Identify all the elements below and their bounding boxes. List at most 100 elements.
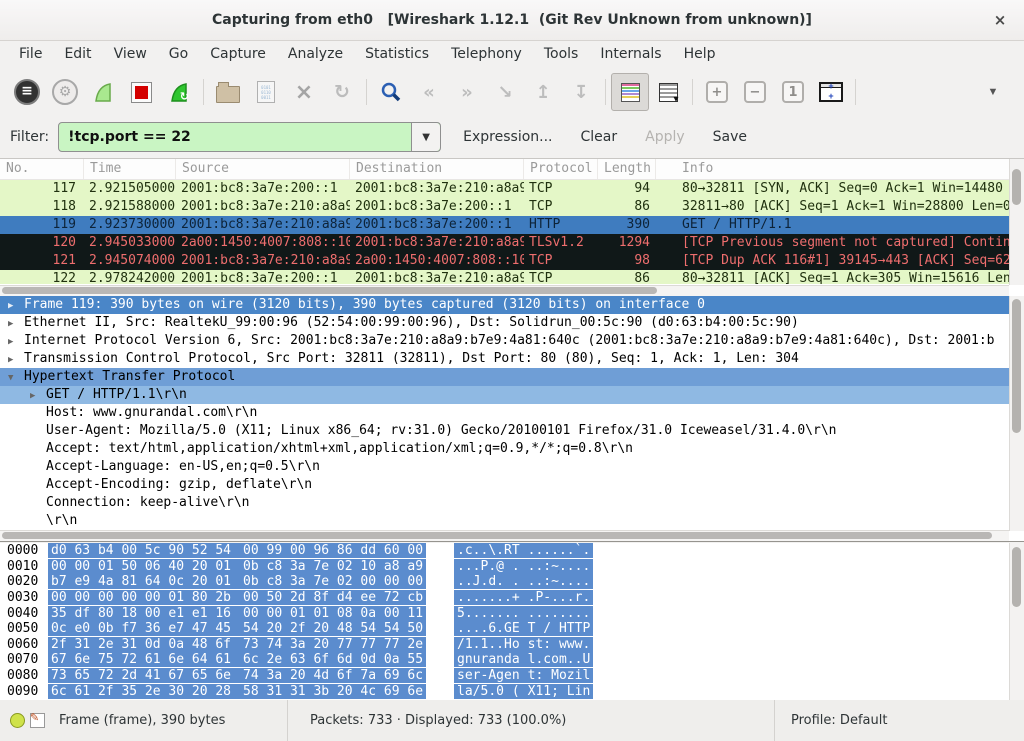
menu-item[interactable]: View [103, 40, 158, 68]
hex-bytes: 73 74 3a 20 77 77 77 2e [243, 637, 423, 652]
toolbar-capture-options-button[interactable] [46, 73, 84, 111]
toolbar-resize-columns-button[interactable] [812, 73, 850, 111]
close-window-button[interactable] [986, 0, 1014, 40]
toolbar-find-packet-button[interactable] [372, 73, 410, 111]
column-header-destination[interactable]: Destination [350, 159, 524, 179]
toolbar-capture-stop-button[interactable] [122, 73, 160, 111]
toolbar-colorize-button[interactable] [611, 73, 649, 111]
cell-length: 94 [598, 180, 656, 198]
details-horizontal-scrollbar[interactable] [0, 530, 1009, 541]
detail-line[interactable]: Accept-Encoding: gzip, deflate\r\n [0, 476, 1024, 494]
clear-button[interactable]: Clear [581, 129, 618, 145]
toolbar-open-file-button[interactable] [209, 73, 247, 111]
menu-item[interactable]: Internals [589, 40, 672, 68]
packet-row[interactable]: 121 2.945074000 2001:bc8:3a7e:210:a8a9 2… [0, 252, 1009, 270]
toolbar-overflow-button[interactable] [974, 73, 1012, 111]
detail-line[interactable]: Host: www.gnurandal.com\r\n [0, 404, 1024, 422]
expert-info-icon[interactable] [10, 713, 25, 728]
expression-button[interactable]: Expression... [463, 129, 552, 145]
scrollbar-thumb[interactable] [1012, 547, 1021, 607]
column-header-protocol[interactable]: Protocol [524, 159, 598, 179]
menu-item[interactable]: Edit [53, 40, 102, 68]
scrollbar-thumb[interactable] [1012, 169, 1021, 205]
menu-item[interactable]: Go [158, 40, 199, 68]
packet-row[interactable]: 122 2.978242000 2001:bc8:3a7e:200::1 200… [0, 270, 1009, 284]
cell-protocol: TCP [524, 270, 598, 284]
hex-vertical-scrollbar[interactable] [1009, 543, 1024, 700]
menu-item[interactable]: Telephony [440, 40, 533, 68]
menu-item[interactable]: Analyze [277, 40, 354, 68]
toolbar-zoom-100-button[interactable] [774, 73, 812, 111]
detail-line[interactable]: Accept-Language: en-US,en;q=0.5\r\n [0, 458, 1024, 476]
expander-triangle-icon[interactable]: ▶ [8, 351, 24, 369]
toolbar-zoom-out-button[interactable] [736, 73, 774, 111]
hex-row[interactable]: 008073 65 72 2d 41 67 65 6e74 3a 20 4d 6… [0, 668, 1024, 684]
menu-item[interactable]: Tools [533, 40, 590, 68]
cell-length: 86 [598, 270, 656, 284]
column-header-source[interactable]: Source [176, 159, 350, 179]
hex-bytes: 00 50 2d 8f d4 ee 72 cb [243, 590, 423, 605]
detail-line[interactable]: User-Agent: Mozilla/5.0 (X11; Linux x86_… [0, 422, 1024, 440]
hex-row[interactable]: 0020b7 e9 4a 81 64 0c 20 010b c8 3a 7e 0… [0, 574, 1024, 590]
packet-row[interactable]: 118 2.921588000 2001:bc8:3a7e:210:a8a9 2… [0, 198, 1009, 216]
toolbar-reload-button[interactable] [323, 73, 361, 111]
toolbar-go-back-button[interactable] [410, 73, 448, 111]
detail-line[interactable]: ▶Frame 119: 390 bytes on wire (3120 bits… [0, 296, 1024, 314]
menu-item[interactable]: Statistics [354, 40, 440, 68]
save-button[interactable]: Save [713, 129, 747, 145]
toolbar-interfaces-button[interactable] [8, 73, 46, 111]
capture-comment-icon[interactable] [30, 713, 45, 728]
detail-line[interactable]: ▶Internet Protocol Version 6, Src: 2001:… [0, 332, 1024, 350]
apply-button[interactable]: Apply [645, 129, 685, 145]
expander-triangle-icon[interactable]: ▶ [30, 387, 46, 405]
menu-item[interactable]: Help [673, 40, 727, 68]
packet-list-horizontal-scrollbar[interactable] [0, 285, 1009, 296]
expander-triangle-icon[interactable]: ▶ [8, 297, 24, 315]
toolbar-go-forward-button[interactable] [448, 73, 486, 111]
packet-row[interactable]: 119 2.923730000 2001:bc8:3a7e:210:a8a9 2… [0, 216, 1009, 234]
toolbar-go-top-button[interactable] [524, 73, 562, 111]
toolbar-capture-restart-button[interactable] [160, 73, 198, 111]
hex-row[interactable]: 00906c 61 2f 35 2e 30 20 2858 31 31 3b 2… [0, 684, 1024, 700]
toolbar-go-bottom-button[interactable] [562, 73, 600, 111]
toolbar-go-to-packet-button[interactable] [486, 73, 524, 111]
details-vertical-scrollbar[interactable] [1009, 296, 1024, 531]
menu-item[interactable]: Capture [199, 40, 277, 68]
detail-line[interactable]: ▶GET / HTTP/1.1\r\n [0, 386, 1024, 404]
detail-line[interactable]: Accept: text/html,application/xhtml+xml,… [0, 440, 1024, 458]
detail-line[interactable]: \r\n [0, 512, 1024, 530]
packet-row[interactable]: 117 2.921505000 2001:bc8:3a7e:200::1 200… [0, 180, 1009, 198]
toolbar-zoom-in-button[interactable] [698, 73, 736, 111]
column-header-info[interactable]: Info [656, 159, 1024, 179]
hex-row[interactable]: 004035 df 80 18 00 e1 e1 1600 00 01 01 0… [0, 606, 1024, 622]
hex-row[interactable]: 00500c e0 0b f7 36 e7 47 4554 20 2f 20 4… [0, 621, 1024, 637]
detail-line[interactable]: Connection: keep-alive\r\n [0, 494, 1024, 512]
status-profile[interactable]: Profile: Default [791, 713, 887, 728]
filter-dropdown-button[interactable] [411, 123, 440, 151]
hex-row[interactable]: 007067 6e 75 72 61 6e 64 616c 2e 63 6f 6… [0, 652, 1024, 668]
filter-input[interactable]: !tcp.port == 22 [58, 122, 441, 152]
hex-row[interactable]: 003000 00 00 00 00 01 80 2b00 50 2d 8f d… [0, 590, 1024, 606]
expander-triangle-icon[interactable]: ▶ [8, 333, 24, 351]
packet-list-vertical-scrollbar[interactable] [1009, 159, 1024, 285]
toolbar-capture-start-button[interactable] [84, 73, 122, 111]
scrollbar-thumb[interactable] [2, 287, 657, 294]
hex-row[interactable]: 00602f 31 2e 31 0d 0a 48 6f73 74 3a 20 7… [0, 637, 1024, 653]
hex-row[interactable]: 0000d0 63 b4 00 5c 90 52 5400 99 00 96 8… [0, 543, 1024, 559]
toolbar-save-file-button[interactable] [247, 73, 285, 111]
menu-item[interactable]: File [8, 40, 53, 68]
column-header-length[interactable]: Length [598, 159, 656, 179]
detail-line[interactable]: ▼Hypertext Transfer Protocol [0, 368, 1024, 386]
scrollbar-thumb[interactable] [1012, 299, 1021, 433]
column-header-no[interactable]: No. [0, 159, 84, 179]
toolbar-auto-scroll-button[interactable] [649, 73, 687, 111]
detail-line[interactable]: ▶Ethernet II, Src: RealtekU_99:00:96 (52… [0, 314, 1024, 332]
column-header-time[interactable]: Time [84, 159, 176, 179]
detail-line[interactable]: ▶Transmission Control Protocol, Src Port… [0, 350, 1024, 368]
scrollbar-thumb[interactable] [2, 532, 992, 539]
toolbar-close-capture-button[interactable] [285, 73, 323, 111]
hex-row[interactable]: 001000 00 01 50 06 40 20 010b c8 3a 7e 0… [0, 559, 1024, 575]
expander-triangle-icon[interactable]: ▼ [8, 369, 24, 387]
expander-triangle-icon[interactable]: ▶ [8, 315, 24, 333]
packet-row[interactable]: 120 2.945033000 2a00:1450:4007:808::10 2… [0, 234, 1009, 252]
